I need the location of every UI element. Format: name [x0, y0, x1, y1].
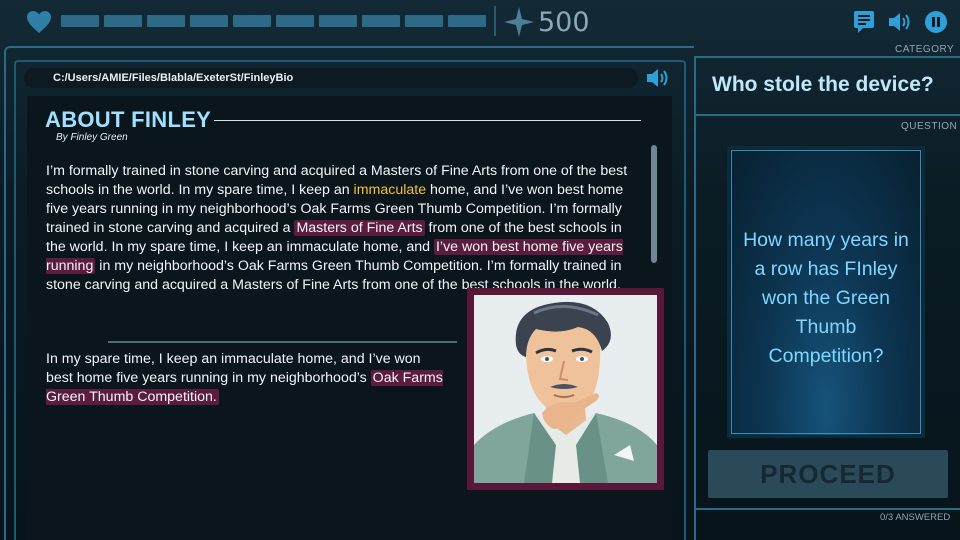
volume-icon[interactable]	[887, 10, 913, 34]
health-segment	[362, 15, 400, 27]
health-segment	[147, 15, 185, 27]
proceed-button[interactable]: PROCEED	[708, 450, 948, 498]
proceed-label: PROCEED	[760, 459, 896, 489]
health-segment	[319, 15, 357, 27]
category-label: CATEGORY	[895, 44, 955, 55]
heart-icon	[27, 11, 51, 33]
title-underline	[214, 120, 641, 121]
category-title: Who stole the device?	[712, 73, 934, 96]
star-icon	[504, 7, 534, 37]
document-byline: By Finley Green	[56, 132, 128, 143]
health-segment	[190, 15, 228, 27]
bio-paragraph-1: I’m formally trained in stone carving an…	[46, 162, 636, 295]
text-segment: In my spare time, I keep an immaculate h…	[46, 351, 421, 386]
finley-illustration	[474, 295, 657, 483]
health-segment	[405, 15, 443, 27]
paragraph-divider	[108, 341, 457, 343]
footer-divider	[696, 508, 960, 510]
health-segment	[61, 15, 99, 27]
highlight-word-immaculate[interactable]: immaculate	[354, 182, 427, 198]
score-value: 500	[538, 7, 590, 38]
file-path: C:/Users/AMIE/Files/Blabla/ExeterSt/Finl…	[53, 72, 294, 84]
question-text: How many years in a row has FInley won t…	[743, 229, 909, 367]
health-segment	[233, 15, 271, 27]
read-aloud-icon[interactable]	[644, 66, 672, 90]
bio-paragraph-2: In my spare time, I keep an immaculate h…	[46, 350, 446, 407]
hud-bar: 500	[0, 0, 960, 44]
category-divider	[696, 114, 960, 116]
finley-portrait	[467, 288, 664, 490]
notes-icon[interactable]	[853, 10, 875, 34]
document-title: ABOUT FINLEY	[45, 107, 212, 132]
health-segment	[448, 15, 486, 27]
hud-divider	[494, 6, 496, 36]
answered-count: 0/3 ANSWERED	[880, 512, 951, 523]
health-segment	[104, 15, 142, 27]
health-segment	[276, 15, 314, 27]
pause-icon[interactable]	[924, 10, 948, 34]
highlight-masters-of-fine-arts[interactable]: Masters of Fine Arts	[294, 220, 425, 236]
question-label: QUESTION	[901, 121, 958, 132]
scrollbar-thumb[interactable]	[651, 145, 657, 263]
